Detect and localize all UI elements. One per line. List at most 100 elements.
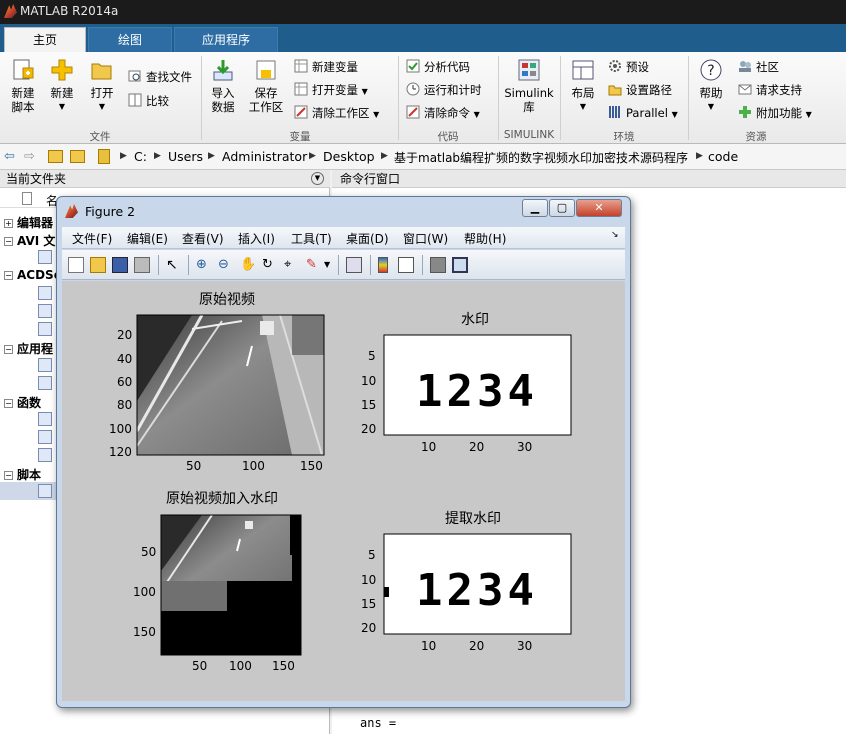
clear-workspace-label: 清除工作区 [312,106,370,120]
y-tick-label: 50 [141,545,157,559]
tab-plots[interactable]: 绘图 [88,27,172,52]
tree-group-apps[interactable]: − 应用程 [4,340,53,357]
tree-group-acdsee[interactable]: − ACDSe [4,268,62,282]
add-ons-button[interactable]: 附加功能 ▼ [738,104,812,122]
menu-view[interactable]: 查看(V) [182,230,224,247]
print-icon[interactable] [134,257,150,273]
compare-icon [128,93,142,107]
import-data-button[interactable]: 导入 数据 [206,58,240,114]
panel-menu-icon[interactable]: ▼ [311,172,324,185]
back-arrow-icon[interactable]: ⇦ [4,149,15,164]
menu-tools[interactable]: 工具(T) [291,230,332,247]
breadcrumb-c-drive[interactable]: C: [134,149,147,164]
menu-file[interactable]: 文件(F) [72,230,112,247]
y-tick-label: 15 [361,398,377,412]
close-button[interactable]: ✕ [576,199,622,217]
tree-group-editor[interactable]: + 编辑器 [4,214,53,231]
community-button[interactable]: 社区 [738,58,779,76]
toolbar-separator [370,255,371,275]
browse-folder-icon[interactable] [70,150,85,163]
brush-dropdown-icon[interactable]: ▼ [324,260,330,269]
figure-window[interactable]: Figure 2 ▁ ▢ ✕ 文件(F) 编辑(E) 查看(V) 插入(I) 工… [56,196,631,708]
toolbar-separator [188,255,189,275]
clear-workspace-button[interactable]: 清除工作区 ▼ [294,104,379,122]
rotate-3d-icon[interactable]: ↻ [262,257,278,273]
y-tick-label: 15 [361,597,377,611]
app-file-icon[interactable] [38,376,52,390]
request-support-button[interactable]: 请求支持 [738,81,802,99]
find-files-button[interactable]: 查找文件 [128,68,192,86]
save-workspace-button[interactable]: 保存 工作区 [246,58,286,114]
new-variable-button[interactable]: 新建变量 [294,58,358,76]
tab-apps[interactable]: 应用程序 [174,27,278,52]
pointer-icon[interactable]: ↖ [166,257,182,273]
breadcrumb-separator: ▶ [120,151,127,161]
bmp-file-icon[interactable] [38,286,52,300]
breadcrumb-administrator[interactable]: Administrator [222,149,307,164]
avi-file-icon[interactable] [38,250,52,264]
pan-icon[interactable]: ✋ [240,257,256,273]
breadcrumb-desktop[interactable]: Desktop [323,149,375,164]
bmp-file-icon[interactable] [38,322,52,336]
analyze-code-button[interactable]: 分析代码 [406,58,470,76]
bmp-file-icon[interactable] [38,304,52,318]
open-button[interactable]: 打开 ▼ [86,58,118,114]
simulink-library-button[interactable]: Simulink 库 [504,58,554,114]
matlab-logo-icon [4,4,17,18]
app-file-icon[interactable] [38,358,52,372]
preferences-button[interactable]: 预设 [608,58,649,76]
y-tick-label: 20 [361,621,377,635]
legend-icon[interactable] [398,257,414,273]
function-file-icon[interactable] [38,448,52,462]
figure-canvas[interactable]: 1234 1234 原始视频 水印 原始视频加入水印 提取水印 20 40 60… [62,281,625,701]
up-folder-icon[interactable] [48,150,63,163]
current-folder-header: 当前文件夹 ▼ [0,170,330,188]
parallel-button[interactable]: Parallel ▼ [608,104,678,122]
layout-button[interactable]: 布局 ▼ [566,58,600,114]
compare-button[interactable]: 比较 [128,92,169,110]
function-file-icon[interactable] [38,412,52,426]
help-button[interactable]: ? 帮助 ▼ [694,58,728,114]
run-and-time-button[interactable]: 运行和计时 [406,81,482,99]
menu-help[interactable]: 帮助(H) [464,230,506,247]
script-file-icon[interactable] [38,484,52,498]
y-tick-label: 5 [368,548,376,562]
new-figure-icon[interactable] [68,257,84,273]
new-script-button[interactable]: 新建 脚本 [6,58,40,114]
menu-insert[interactable]: 插入(I) [238,230,275,247]
open-variable-button[interactable]: 打开变量 ▼ [294,81,368,99]
plot-title-original-video: 原始视频 [199,292,255,308]
hide-plot-tools-icon[interactable] [430,257,446,273]
zoom-in-icon[interactable]: ⊕ [196,257,212,273]
function-file-icon[interactable] [38,430,52,444]
menu-desktop[interactable]: 桌面(D) [346,230,389,247]
breadcrumb-code[interactable]: code [708,149,738,164]
zoom-out-icon[interactable]: ⊖ [218,257,234,273]
plot-title-watermark: 水印 [461,312,489,328]
menu-window[interactable]: 窗口(W) [403,230,448,247]
maximize-button[interactable]: ▢ [549,199,575,217]
simulink-icon [517,58,541,82]
menu-dock-arrow-icon[interactable]: ↘ [611,230,619,240]
brush-icon[interactable]: ✎ [306,257,322,273]
open-file-icon[interactable] [90,257,106,273]
set-path-button[interactable]: 设置路径 [608,81,672,99]
simulink-group-label: SIMULINK [503,129,555,141]
breadcrumb-project-folder[interactable]: 基于matlab编程扩频的数字视频水印加密技术源码程序 [394,149,688,166]
new-button[interactable]: 新建 ▼ [46,58,78,114]
save-icon[interactable] [112,257,128,273]
figure-titlebar[interactable]: Figure 2 ▁ ▢ ✕ [57,197,630,225]
menu-edit[interactable]: 编辑(E) [127,230,168,247]
colorbar-icon[interactable] [378,257,388,273]
tab-home[interactable]: 主页 [4,27,86,52]
tree-group-functions[interactable]: − 函数 [4,394,41,411]
show-plot-tools-icon[interactable] [452,257,468,273]
data-cursor-icon[interactable]: ⌖ [284,257,300,273]
minimize-button[interactable]: ▁ [522,199,548,217]
link-plot-icon[interactable] [346,257,362,273]
forward-arrow-icon[interactable]: ⇨ [24,149,35,164]
tree-group-scripts[interactable]: − 脚本 [4,466,41,483]
tree-group-avi[interactable]: − AVI 文 [4,232,55,249]
clear-commands-button[interactable]: 清除命令 ▼ [406,104,480,122]
breadcrumb-users[interactable]: Users [168,149,203,164]
